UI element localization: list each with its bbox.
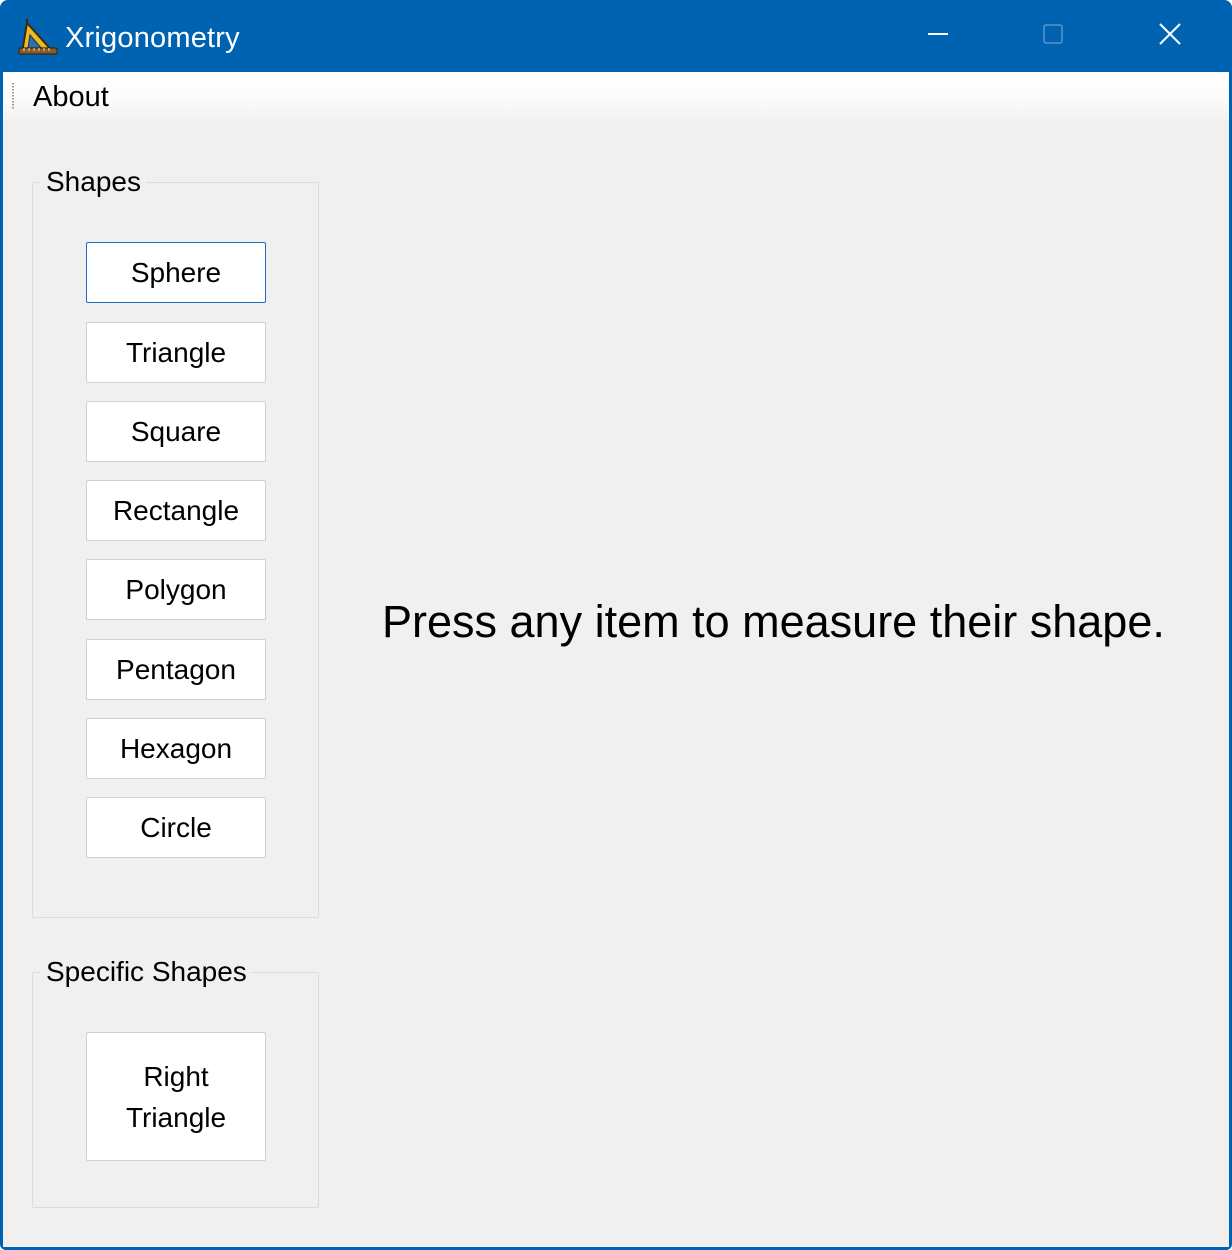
- close-icon: [1158, 22, 1182, 51]
- menu-grip[interactable]: [12, 83, 14, 109]
- client-area: About Shapes Sphere Triangle Square Rect…: [3, 72, 1229, 1247]
- rectangle-button[interactable]: Rectangle: [86, 480, 266, 541]
- specific-shapes-group-legend: Specific Shapes: [41, 956, 252, 988]
- maximize-button[interactable]: [995, 0, 1110, 72]
- pentagon-button[interactable]: Pentagon: [86, 639, 266, 700]
- triangle-ruler-app-icon: [18, 18, 58, 56]
- right-triangle-button[interactable]: Right Triangle: [86, 1032, 266, 1161]
- menu-item-about[interactable]: About: [25, 76, 117, 118]
- sphere-button[interactable]: Sphere: [86, 242, 266, 303]
- polygon-button[interactable]: Polygon: [86, 559, 266, 620]
- instruction-text: Press any item to measure their shape.: [382, 596, 1165, 647]
- square-button[interactable]: Square: [86, 401, 266, 462]
- hexagon-button[interactable]: Hexagon: [86, 718, 266, 779]
- specific-shapes-group: Specific Shapes Right Triangle: [32, 956, 319, 1208]
- menu-bar: About: [3, 72, 1229, 122]
- maximize-icon: [1042, 23, 1064, 50]
- app-window: Xrigonometry About Shapes Sphere Triangl…: [0, 0, 1232, 1250]
- shapes-group-legend: Shapes: [41, 166, 146, 198]
- triangle-button[interactable]: Triangle: [86, 322, 266, 383]
- window-title: Xrigonometry: [65, 22, 240, 54]
- minimize-icon: [927, 23, 949, 50]
- close-button[interactable]: [1112, 0, 1227, 72]
- circle-button[interactable]: Circle: [86, 797, 266, 858]
- shapes-group: Shapes Sphere Triangle Square Rectangle …: [32, 166, 319, 918]
- title-bar[interactable]: Xrigonometry: [0, 0, 1232, 72]
- minimize-button[interactable]: [880, 0, 995, 72]
